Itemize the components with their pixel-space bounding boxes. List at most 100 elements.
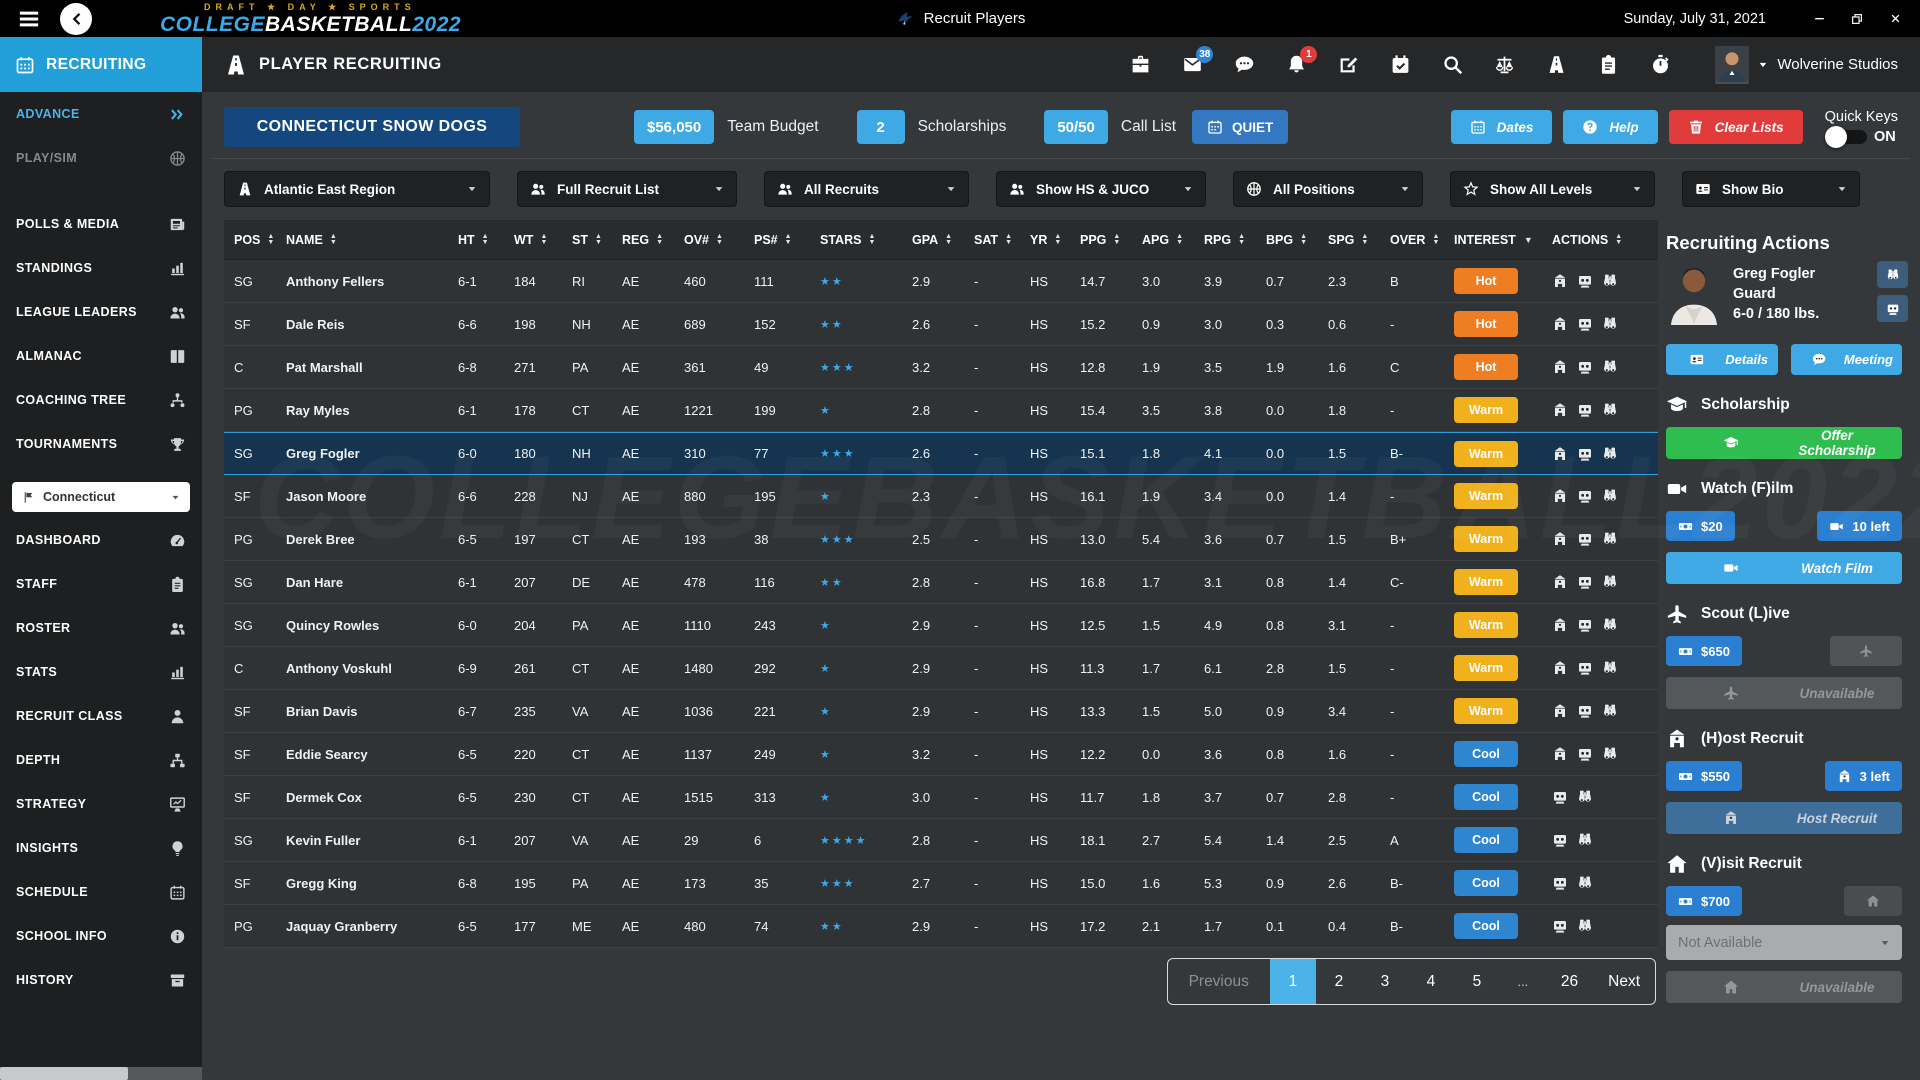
meeting-button[interactable]: Meeting xyxy=(1790,344,1902,375)
scout-action-button[interactable] xyxy=(1602,446,1618,462)
host-recruit-action-button[interactable] xyxy=(1552,703,1568,719)
column-header-ov[interactable]: OV# ▲ ▼ xyxy=(684,233,754,247)
column-header-pos[interactable]: POS ▲ ▼ xyxy=(234,233,286,247)
dates-button[interactable]: Dates xyxy=(1450,110,1553,144)
quiet-button[interactable]: QUIET xyxy=(1192,110,1289,144)
watch-film-action-button[interactable] xyxy=(1577,402,1593,418)
host-recruit-action-button[interactable] xyxy=(1552,359,1568,375)
minimize-button[interactable] xyxy=(1812,12,1826,26)
watch-film-action-button[interactable] xyxy=(1577,746,1593,762)
details-button[interactable]: Details xyxy=(1666,344,1778,375)
watch-film-action-button[interactable] xyxy=(1552,832,1568,848)
scout-action-button[interactable] xyxy=(1602,273,1618,289)
sidebar-item-school-info[interactable]: SCHOOL INFO xyxy=(0,914,202,958)
scout-action-button[interactable] xyxy=(1577,875,1593,891)
filter-show-bio[interactable]: Show Bio xyxy=(1682,171,1860,207)
host-recruit-action-button[interactable] xyxy=(1552,402,1568,418)
watch-film-action-button[interactable] xyxy=(1552,789,1568,805)
filter-show-hs-juco[interactable]: Show HS & JUCO xyxy=(996,171,1206,207)
pagination-page-4[interactable]: 4 xyxy=(1408,959,1454,1004)
watch-film-action-button[interactable] xyxy=(1577,273,1593,289)
watch-film-action-button[interactable] xyxy=(1577,359,1593,375)
sidebar-item-advance[interactable]: ADVANCE xyxy=(0,92,202,136)
column-header-ppg[interactable]: PPG ▲ ▼ xyxy=(1080,233,1142,247)
table-row[interactable]: SF Dale Reis 6-6 198 NH AE 689 152 ★★ 2.6- HS 15.2 0… xyxy=(224,303,1658,346)
sidebar-item-staff[interactable]: STAFF xyxy=(0,562,202,606)
host-recruit-action-button[interactable] xyxy=(1552,660,1568,676)
table-row[interactable]: SG Greg Fogler 6-0 180 NH AE 310 77 ★★★ 2.6- HS 15.… xyxy=(224,432,1658,475)
hamburger-menu-icon[interactable] xyxy=(14,8,44,30)
table-row[interactable]: C Pat Marshall 6-8 271 PA AE 361 49 ★★★ 3.2- HS 12.… xyxy=(224,346,1658,389)
team-select[interactable]: Connecticut xyxy=(12,482,190,512)
column-header-stars[interactable]: STARS ▲ ▼ xyxy=(820,233,912,247)
pagination-previous[interactable]: Previous xyxy=(1168,959,1270,1004)
host-recruit-action-button[interactable] xyxy=(1552,488,1568,504)
pagination-page-5[interactable]: 5 xyxy=(1454,959,1500,1004)
host-recruit-action-button[interactable] xyxy=(1552,617,1568,633)
table-row[interactable]: SF Brian Davis 6-7 235 VA AE 1036 221 ★ 2.9- HS 13.… xyxy=(224,690,1658,733)
watch-film-action-button[interactable] xyxy=(1577,617,1593,633)
table-row[interactable]: SG Dan Hare 6-1 207 DE AE 478 116 ★★ 2.8- HS 16.8 1.… xyxy=(224,561,1658,604)
scout-action-button[interactable] xyxy=(1577,918,1593,934)
pagination-page-1[interactable]: 1 xyxy=(1269,959,1316,1004)
offer-scholarship-button[interactable]: Offer Scholarship xyxy=(1666,427,1902,459)
host-recruit-action-button[interactable] xyxy=(1552,273,1568,289)
sidebar-item-tournaments[interactable]: TOURNAMENTS xyxy=(0,422,202,466)
column-header-interest[interactable]: INTEREST ▼ xyxy=(1454,233,1552,247)
road-button[interactable] xyxy=(1546,54,1567,75)
watch-film-action-button[interactable] xyxy=(1552,918,1568,934)
column-header-wt[interactable]: WT ▲ ▼ xyxy=(514,233,572,247)
scout-action-button[interactable] xyxy=(1602,660,1618,676)
table-row[interactable]: C Anthony Voskuhl 6-9 261 CT AE 1480 292 ★ 2.9- HS… xyxy=(224,647,1658,690)
tab-recruiting[interactable]: RECRUITING xyxy=(0,37,202,92)
scout-quick-button[interactable] xyxy=(1877,261,1908,288)
scales-button[interactable] xyxy=(1494,54,1515,75)
table-row[interactable]: SG Kevin Fuller 6-1 207 VA AE 29 6 ★★★★ 2.8- HS 18.… xyxy=(224,819,1658,862)
sidebar-item-insights[interactable]: INSIGHTS xyxy=(0,826,202,870)
column-header-spg[interactable]: SPG ▲ ▼ xyxy=(1328,233,1390,247)
column-header-gpa[interactable]: GPA ▲ ▼ xyxy=(912,233,974,247)
column-header-apg[interactable]: APG ▲ ▼ xyxy=(1142,233,1204,247)
watch-f-ilm-remaining-chip[interactable]: 10 left xyxy=(1817,511,1902,541)
watch-film-action-button[interactable] xyxy=(1577,531,1593,547)
sidebar-item-stats[interactable]: STATS xyxy=(0,650,202,694)
sidebar-item-league-leaders[interactable]: LEAGUE LEADERS xyxy=(0,290,202,334)
watch-film-button[interactable]: Watch Film xyxy=(1666,552,1902,584)
help-button[interactable]: Help xyxy=(1563,110,1658,144)
column-header-over[interactable]: OVER ▲ ▼ xyxy=(1390,233,1454,247)
filter-show-all-levels[interactable]: Show All Levels xyxy=(1450,171,1655,207)
quick-keys-toggle[interactable] xyxy=(1824,126,1867,148)
table-row[interactable]: SF Dermek Cox 6-5 230 CT AE 1515 313 ★ 3.0- HS 11.7… xyxy=(224,776,1658,819)
clear-lists-button[interactable]: Clear Lists xyxy=(1668,110,1803,144)
sidebar-item-dashboard[interactable]: DASHBOARD xyxy=(0,518,202,562)
sidebar-item-polls-media[interactable]: POLLS & MEDIA xyxy=(0,202,202,246)
sidebar-item-strategy[interactable]: STRATEGY xyxy=(0,782,202,826)
sidebar-item-coaching-tree[interactable]: COACHING TREE xyxy=(0,378,202,422)
column-header-name[interactable]: NAME ▲ ▼ xyxy=(286,233,458,247)
pagination-next[interactable]: Next xyxy=(1593,959,1655,1004)
watch-film-action-button[interactable] xyxy=(1577,316,1593,332)
pagination-page-3[interactable]: 3 xyxy=(1362,959,1408,1004)
scout-action-button[interactable] xyxy=(1602,703,1618,719)
column-header-rpg[interactable]: RPG ▲ ▼ xyxy=(1204,233,1266,247)
table-row[interactable]: SF Gregg King 6-8 195 PA AE 173 35 ★★★ 2.7- HS 15.0… xyxy=(224,862,1658,905)
sidebar-item-almanac[interactable]: ALMANAC xyxy=(0,334,202,378)
scout-action-button[interactable] xyxy=(1577,832,1593,848)
table-row[interactable]: SF Eddie Searcy 6-5 220 CT AE 1137 249 ★ 3.2- HS 12… xyxy=(224,733,1658,776)
chat-button[interactable] xyxy=(1234,54,1255,75)
restore-button[interactable] xyxy=(1850,12,1864,26)
watch-film-action-button[interactable] xyxy=(1577,446,1593,462)
scout-action-button[interactable] xyxy=(1602,574,1618,590)
host-recruit-action-button[interactable] xyxy=(1552,531,1568,547)
column-header-reg[interactable]: REG ▲ ▼ xyxy=(622,233,684,247)
clipboard-button[interactable] xyxy=(1598,54,1619,75)
scout-action-button[interactable] xyxy=(1602,617,1618,633)
table-row[interactable]: SG Anthony Fellers 6-1 184 RI AE 460 111 ★★ 2.9- H… xyxy=(224,260,1658,303)
scout-action-button[interactable] xyxy=(1602,359,1618,375)
watch-film-action-button[interactable] xyxy=(1552,875,1568,891)
pagination-page-2[interactable]: 2 xyxy=(1316,959,1362,1004)
watch-f-ilm-cost-chip[interactable]: $20 xyxy=(1666,511,1735,541)
v-isit-recruit-availability-select[interactable]: Not Available xyxy=(1666,925,1902,960)
envelope-button[interactable]: 38 xyxy=(1182,46,1214,75)
host-recruit-action-button[interactable] xyxy=(1552,746,1568,762)
